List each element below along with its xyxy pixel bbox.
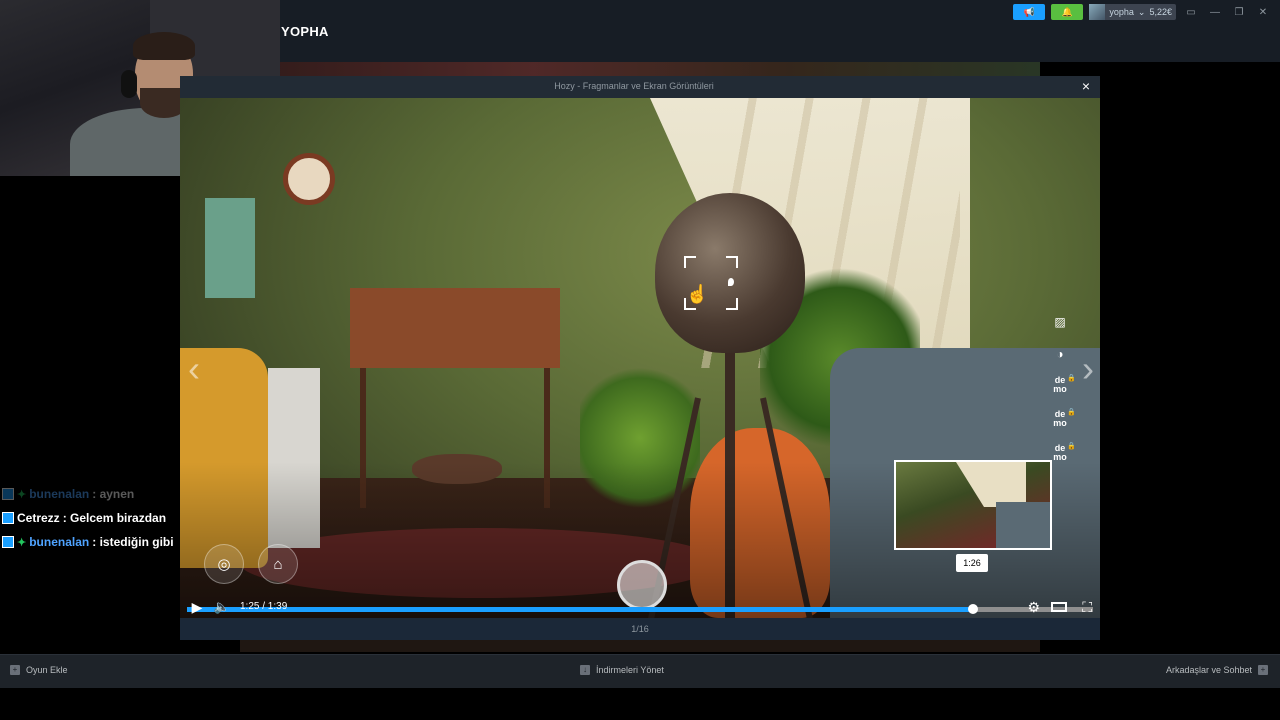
- preview-window: [956, 462, 1026, 507]
- chevron-left-icon[interactable]: ‹: [188, 348, 200, 390]
- camera-icon[interactable]: ⌂: [258, 544, 298, 584]
- platform-badge-icon: [2, 488, 14, 500]
- avatar: [1089, 4, 1106, 20]
- add-game-label: Oyun Ekle: [26, 665, 68, 675]
- account-name: yopha: [1109, 7, 1134, 17]
- gear-icon[interactable]: ⚙: [1027, 596, 1040, 618]
- announce-button[interactable]: 📢: [1013, 4, 1046, 20]
- add-game-button[interactable]: + Oyun Ekle: [10, 665, 68, 675]
- location-pin-icon: [728, 278, 734, 286]
- control-row: ▶ 🔈 1:25 / 1:39 ⚙ ⛶: [180, 596, 1100, 618]
- account-menu[interactable]: yopha ⌄ 5,22€: [1089, 4, 1176, 20]
- page-username-title: YOPHA: [281, 24, 329, 39]
- webcam-headset: [121, 70, 137, 98]
- friends-chat-label: Arkadaşlar ve Sohbet: [1165, 665, 1252, 675]
- close-icon[interactable]: ✕: [1254, 7, 1272, 18]
- chat-username: bunenalan: [29, 535, 90, 549]
- stream-chat-overlay: ✦ bunenalan : aynen Cetrezz : Gelcem bir…: [2, 482, 192, 554]
- lock-icon: 🔒: [1067, 409, 1076, 416]
- focus-corner: [726, 256, 738, 268]
- star-badge-icon: ✦: [17, 536, 27, 549]
- demo-button[interactable]: de mo 🔒: [1047, 375, 1076, 398]
- top-actions: 📢 🔔 yopha ⌄ 5,22€ ▭ — ❐ ✕: [1013, 4, 1272, 20]
- seek-time-tooltip: 1:26: [956, 554, 988, 572]
- plus-icon: +: [10, 665, 20, 675]
- chat-username: bunenalan: [29, 487, 90, 501]
- manage-downloads-label: İndirmeleri Yönet: [596, 665, 664, 675]
- lock-icon: 🔒: [1067, 375, 1076, 382]
- modal-footer: 1/16: [180, 618, 1100, 640]
- time-display: 1:25 / 1:39: [240, 601, 288, 612]
- chat-line: Cetrezz : Gelcem birazdan: [2, 506, 192, 530]
- bell-icon: 🔔: [1061, 6, 1073, 17]
- chat-message: : Gelcem birazdan: [62, 511, 167, 525]
- focus-corner: [684, 256, 696, 268]
- download-icon: ↓: [580, 665, 590, 675]
- play-icon[interactable]: ▶: [188, 596, 206, 618]
- hide-ui-icon[interactable]: ◎: [204, 544, 244, 584]
- account-balance: 5,22€: [1149, 7, 1172, 17]
- chat-message: : istediğin gibi: [92, 535, 174, 549]
- manage-downloads-button[interactable]: ↓ İndirmeleri Yönet: [580, 665, 664, 675]
- chat-message: : aynen: [92, 487, 135, 501]
- minimize-icon[interactable]: —: [1206, 7, 1224, 18]
- side-toolbar: ▨ ◑ de mo 🔒 de mo 🔒 de mo 🔒: [1046, 312, 1076, 466]
- media-viewer-modal: Hozy - Fragmanlar ve Ekran Görüntüleri ×: [180, 76, 1100, 640]
- page-counter: 1/16: [631, 624, 649, 634]
- demo-label: de mo: [1053, 443, 1067, 462]
- hand-cursor-icon: ☝: [686, 284, 709, 304]
- demo-label: de mo: [1053, 375, 1067, 394]
- filter-icon[interactable]: ▨: [1049, 312, 1071, 332]
- close-icon[interactable]: ×: [1078, 78, 1094, 94]
- restore-icon[interactable]: ❐: [1230, 7, 1248, 18]
- seek-preview-thumbnail: [894, 460, 1052, 550]
- platform-badge-icon: [2, 536, 14, 548]
- background-banner: [280, 62, 1040, 76]
- volume-icon[interactable]: 🔈: [212, 596, 232, 618]
- contrast-icon[interactable]: ◑: [1049, 344, 1071, 364]
- chat-username: Cetrezz: [17, 511, 60, 525]
- fullscreen-icon[interactable]: ⛶: [1082, 596, 1092, 618]
- demo-label: de mo: [1053, 409, 1067, 428]
- chevron-down-icon: ⌄: [1137, 6, 1146, 17]
- theater-icon[interactable]: [1051, 602, 1067, 612]
- modal-title: Hozy - Fragmanlar ve Ekran Görüntüleri: [554, 81, 714, 91]
- video-frame[interactable]: ☝ ‹ › ▨ ◑ de mo 🔒 de mo 🔒 de mo 🔒 ◎ ⌂ 1:26 …: [180, 98, 1100, 618]
- star-badge-icon: ✦: [17, 488, 27, 501]
- announce-icon: 📢: [1023, 6, 1035, 17]
- demo-button[interactable]: de mo 🔒: [1047, 409, 1076, 432]
- modal-header: Hozy - Fragmanlar ve Ekran Görüntüleri ×: [180, 76, 1100, 98]
- chevron-right-icon[interactable]: ›: [1082, 348, 1094, 390]
- lock-icon: 🔒: [1067, 443, 1076, 450]
- friends-chat-button[interactable]: Arkadaşlar ve Sohbet +: [1166, 665, 1268, 675]
- chat-line: ✦ bunenalan : aynen: [2, 482, 192, 506]
- chat-line: ✦ bunenalan : istediğin gibi: [2, 530, 192, 554]
- platform-badge-icon: [2, 512, 14, 524]
- webcam-person-hair: [133, 32, 195, 60]
- monitor-icon[interactable]: ▭: [1182, 7, 1200, 18]
- screen-bottom-edge: [0, 688, 1280, 720]
- focus-corner: [726, 298, 738, 310]
- steam-bottom-bar: + Oyun Ekle ↓ İndirmeleri Yönet Arkadaşl…: [0, 654, 1280, 688]
- notifications-button[interactable]: 🔔: [1051, 4, 1084, 20]
- chat-icon: +: [1258, 665, 1268, 675]
- preview-sofa: [996, 502, 1050, 548]
